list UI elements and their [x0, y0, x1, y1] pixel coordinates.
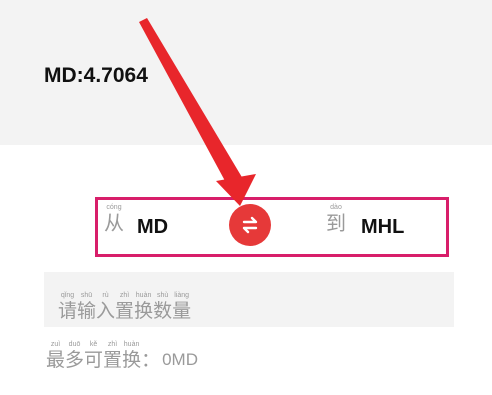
to-token-selector[interactable]: MHL [361, 216, 404, 239]
placeholder-char: huàn 换 [134, 292, 154, 322]
placeholder-char: shù 数 [153, 292, 173, 322]
exchange-page: MD:4.7064 cóng 从 MD dào 到 MHL qǐng 请 shū 输 r… [0, 0, 492, 395]
to-label-text: 到 [326, 211, 346, 235]
swap-arrows-icon [242, 216, 258, 234]
max-label-char: zuì 最 [46, 341, 66, 371]
max-exchange-line: zuì 最 duō 多 kě 可 zhì 置 huàn 换： 0MD [46, 341, 198, 371]
from-token-selector[interactable]: MD [137, 216, 168, 239]
max-label-char: huàn 换 [122, 341, 142, 371]
placeholder-char: rù 入 [96, 292, 116, 322]
swap-direction-button[interactable] [229, 204, 271, 246]
max-label-char: ： [141, 349, 161, 371]
to-label: dào 到 [326, 204, 346, 234]
exchange-amount-input[interactable]: qǐng 请 shū 输 rù 入 zhì 置 huàn 换 shù 数 liàng 量 [44, 272, 454, 327]
placeholder-char: zhì 置 [115, 292, 135, 322]
max-label-char: zhì 置 [103, 341, 123, 371]
max-exchange-value: 0MD [162, 350, 198, 369]
balance-display: MD:4.7064 [44, 64, 148, 87]
placeholder-char: qǐng 请 [58, 292, 78, 322]
max-label-char: kě 可 [84, 341, 104, 371]
placeholder-char: shū 输 [77, 292, 97, 322]
from-label: cóng 从 [104, 204, 124, 234]
placeholder-char: liàng 量 [172, 292, 192, 322]
from-label-text: 从 [104, 211, 124, 235]
max-label-char: duō 多 [65, 341, 85, 371]
